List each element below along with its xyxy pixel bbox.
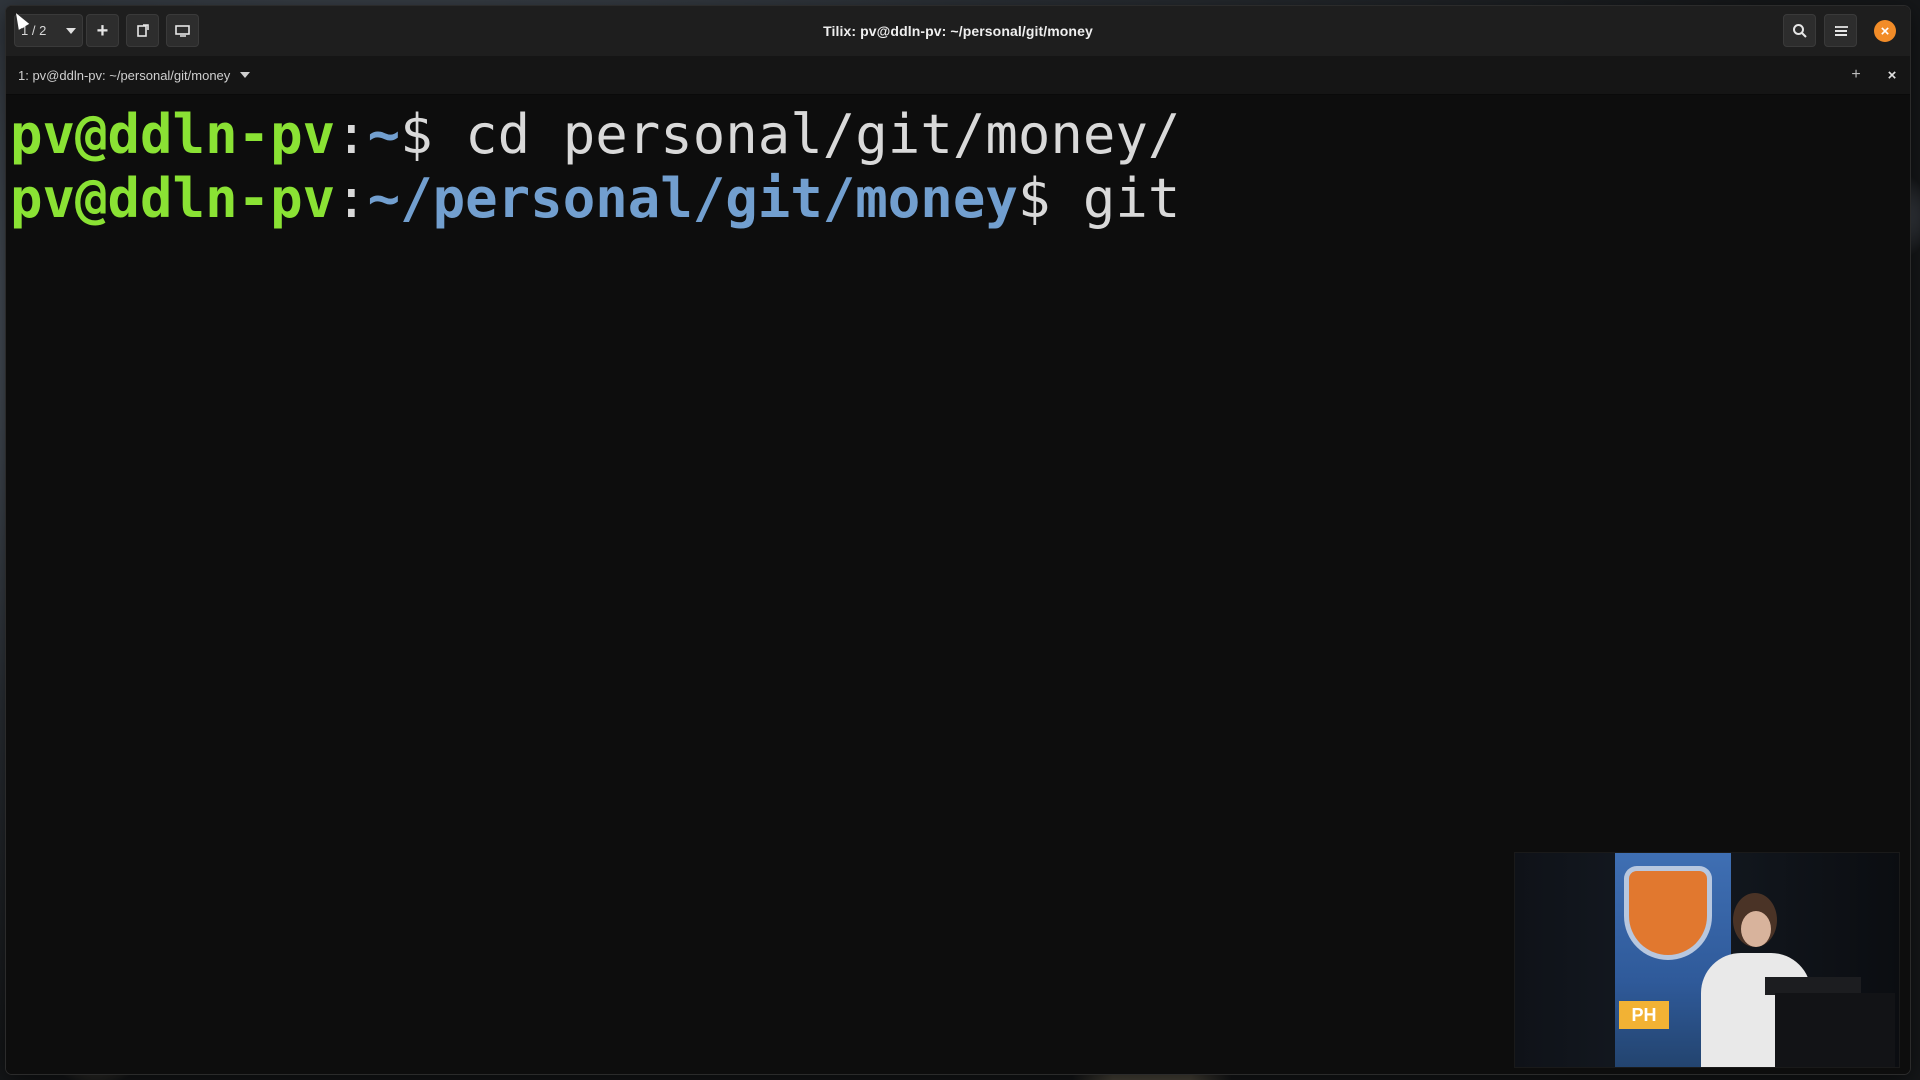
prompt-user: pv@ddln-pv <box>10 103 336 166</box>
terminal-title-bar: 1: pv@ddln-pv: ~/personal/git/money + × <box>6 56 1910 95</box>
prompt-path: ~ <box>367 103 401 166</box>
prompt-user: pv@ddln-pv <box>10 167 336 230</box>
speaker-video-overlay: PH <box>1514 852 1900 1068</box>
command-text: cd personal/git/money/ <box>465 103 1181 166</box>
tilix-window: 1 / 2 + Tilix: pv@ddln-pv: ~/personal/gi… <box>6 6 1910 1074</box>
minimize-icon <box>1836 26 1848 28</box>
maximize-terminal-button[interactable]: + <box>1846 56 1866 94</box>
command-text: git <box>1082 167 1181 230</box>
close-button[interactable]: × <box>1874 20 1896 42</box>
minimize-button[interactable] <box>1826 16 1858 46</box>
terminal-title-label: 1: pv@ddln-pv: ~/personal/git/money <box>18 67 231 83</box>
prompt-symbol: $ <box>1017 167 1083 230</box>
prompt-symbol: $ <box>400 103 466 166</box>
search-button[interactable] <box>1783 14 1816 47</box>
close-terminal-button[interactable]: × <box>1882 56 1902 94</box>
speaker-face <box>1741 911 1771 947</box>
window-title: Tilix: pv@ddln-pv: ~/personal/git/money <box>823 23 1093 39</box>
terminal-output[interactable]: pv@ddln-pv:~$ cd personal/git/money/ pv@… <box>6 95 1910 1074</box>
title-bar: 1 / 2 + Tilix: pv@ddln-pv: ~/personal/gi… <box>6 6 1910 57</box>
chevron-down-icon <box>240 72 251 78</box>
search-icon <box>1792 23 1807 38</box>
close-icon: × <box>1880 22 1890 40</box>
banner-logo-text: PH <box>1619 1001 1669 1029</box>
prompt-separator: : <box>335 103 368 166</box>
close-icon: × <box>1887 66 1897 84</box>
elephant-logo <box>1629 871 1707 955</box>
terminal-title-dropdown[interactable]: 1: pv@ddln-pv: ~/personal/git/money <box>18 56 251 94</box>
prompt-separator: : <box>335 167 368 230</box>
prompt-path: ~/personal/git/money <box>367 167 1018 230</box>
terminal-line: pv@ddln-pv:~$ cd personal/git/money/ <box>10 103 1906 167</box>
plus-icon: + <box>1851 66 1861 83</box>
podium <box>1775 993 1895 1067</box>
terminal-line: pv@ddln-pv:~/personal/git/money$ git <box>10 167 1906 231</box>
